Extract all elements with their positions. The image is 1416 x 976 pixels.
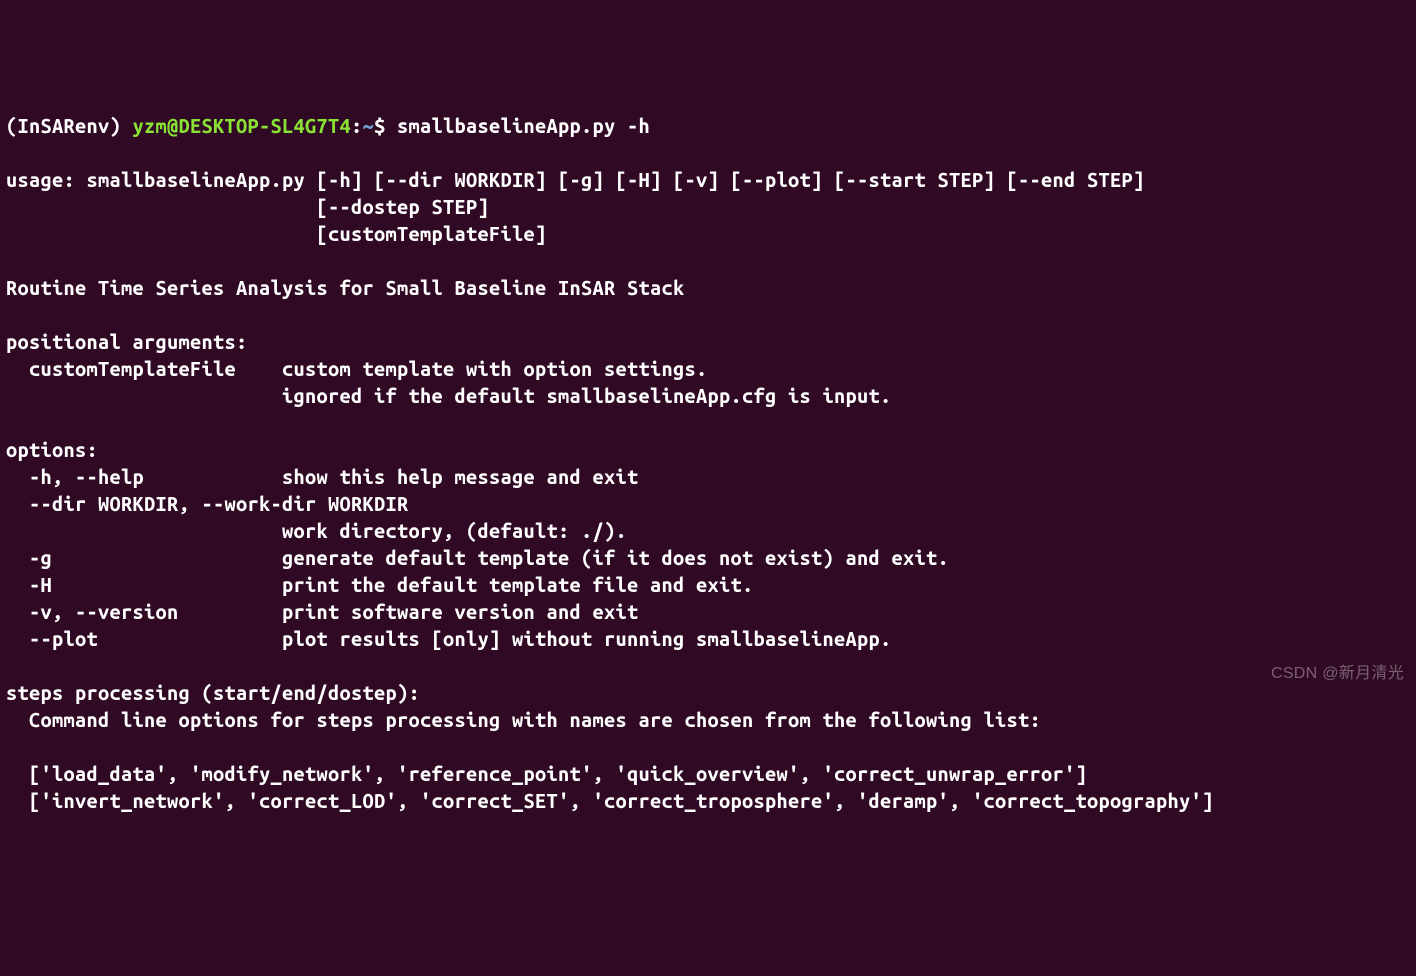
option-dir-1: --dir WORKDIR, --work-dir WORKDIR: [6, 492, 409, 515]
steps-desc: Command line options for steps processin…: [6, 708, 1041, 731]
option-help: -h, --help show this help message and ex…: [6, 465, 639, 488]
options-header: options:: [6, 438, 98, 461]
prompt-line[interactable]: (InSARenv) yzm@DESKTOP-SL4G7T4:~$ smallb…: [6, 112, 1410, 139]
option-g: -g generate default template (if it does…: [6, 546, 949, 569]
positional-item-1: customTemplateFile custom template with …: [6, 357, 708, 380]
option-H: -H print the default template file and e…: [6, 573, 754, 596]
steps-list-2: ['invert_network', 'correct_LOD', 'corre…: [6, 789, 1214, 812]
dollar-sign: $: [374, 114, 397, 137]
option-plot: --plot plot results [only] without runni…: [6, 627, 892, 650]
command-text: smallbaselineApp.py -h: [397, 114, 650, 137]
option-dir-2: work directory, (default: ./).: [6, 519, 627, 542]
description: Routine Time Series Analysis for Small B…: [6, 276, 685, 299]
option-v: -v, --version print software version and…: [6, 600, 639, 623]
env-name: (InSARenv): [6, 114, 133, 137]
positional-item-2: ignored if the default smallbaselineApp.…: [6, 384, 892, 407]
watermark: CSDN @新月清光: [1271, 663, 1404, 685]
user-host: yzm@DESKTOP-SL4G7T4: [133, 114, 352, 137]
cwd-tilde: ~: [363, 114, 375, 137]
steps-list-1: ['load_data', 'modify_network', 'referen…: [6, 762, 1087, 785]
positional-header: positional arguments:: [6, 330, 248, 353]
colon: :: [351, 114, 363, 137]
usage-line-3: [customTemplateFile]: [6, 222, 547, 245]
usage-line-2: [--dostep STEP]: [6, 195, 489, 218]
usage-line-1: usage: smallbaselineApp.py [-h] [--dir W…: [6, 168, 1145, 191]
